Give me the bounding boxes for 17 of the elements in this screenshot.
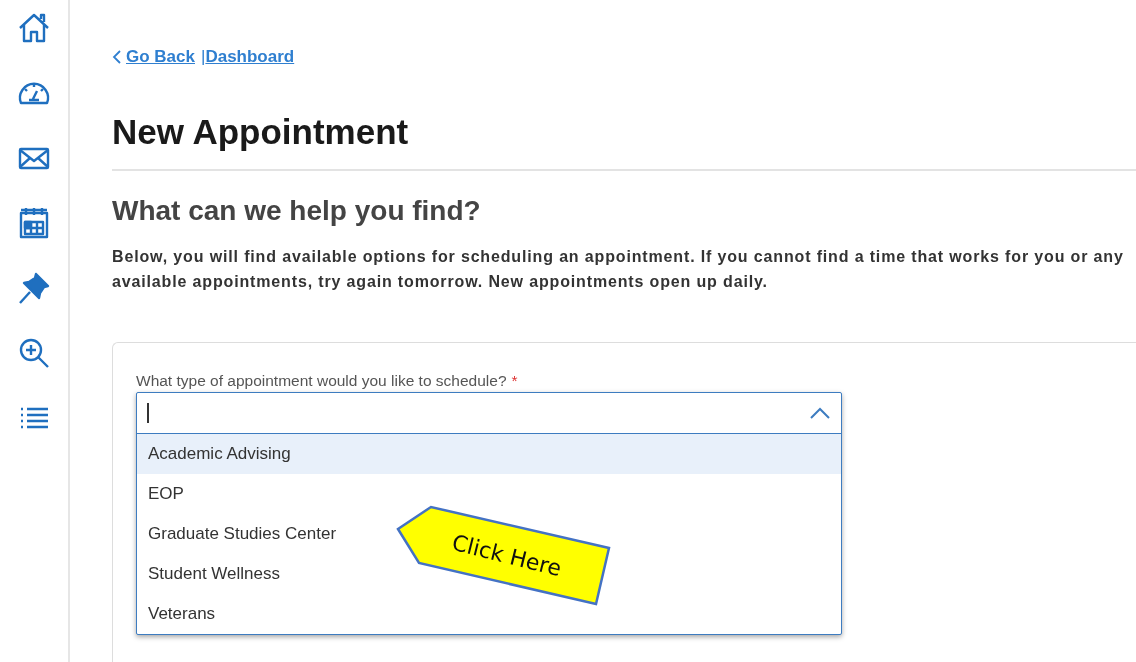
field-label: What type of appointment would you like to schedule? (136, 372, 507, 389)
callout-text: Click Here (449, 529, 564, 582)
dropdown-option[interactable]: Veterans (148, 604, 216, 624)
page-title: New Appointment (112, 112, 410, 152)
breadcrumb-separator: | (201, 47, 206, 67)
go-back-link[interactable]: Go Back (126, 47, 195, 67)
section-title: What can we help you find? (112, 194, 482, 228)
required-mark: * (511, 372, 518, 389)
chevron-up-icon[interactable] (809, 406, 831, 420)
intro-paragraph: Below, you will find available options for scheduling an appointment. If you cannot find a time that works for you or any available appointments, try again tomorrow. New appointments open up daily. (112, 247, 1125, 292)
dropdown-option[interactable]: Graduate Studies Center (148, 524, 337, 544)
dashboard-link[interactable]: Dashboard (205, 47, 295, 67)
dropdown-option[interactable]: EOP (148, 484, 184, 504)
back-chevron-icon[interactable] (112, 50, 122, 64)
dropdown-option[interactable]: Academic Advising (148, 444, 291, 464)
pushpin-icon[interactable] (16, 270, 52, 306)
dropdown-option[interactable]: Student Wellness (148, 564, 280, 584)
